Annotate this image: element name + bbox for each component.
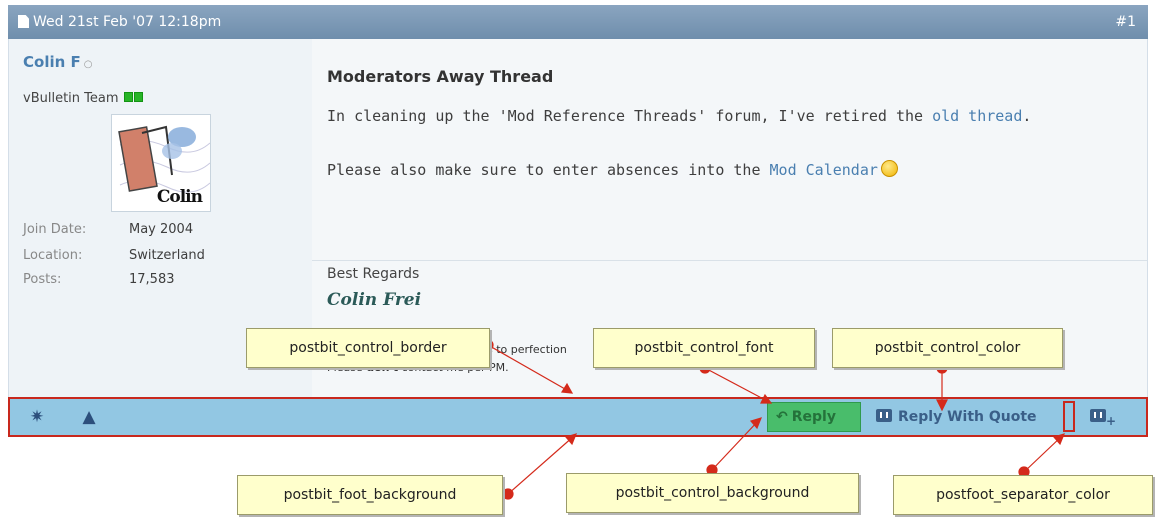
callout-control-font: postbit_control_font (593, 328, 815, 368)
callout-control-background: postbit_control_background (566, 473, 859, 513)
callout-separator-color: postfoot_separator_color (893, 475, 1153, 515)
callout-control-color: postbit_control_color (832, 328, 1063, 368)
annotation-arrows (482, 339, 1066, 500)
callout-foot-background: postbit_foot_background (237, 475, 503, 515)
callout-control-border: postbit_control_border (246, 328, 490, 368)
